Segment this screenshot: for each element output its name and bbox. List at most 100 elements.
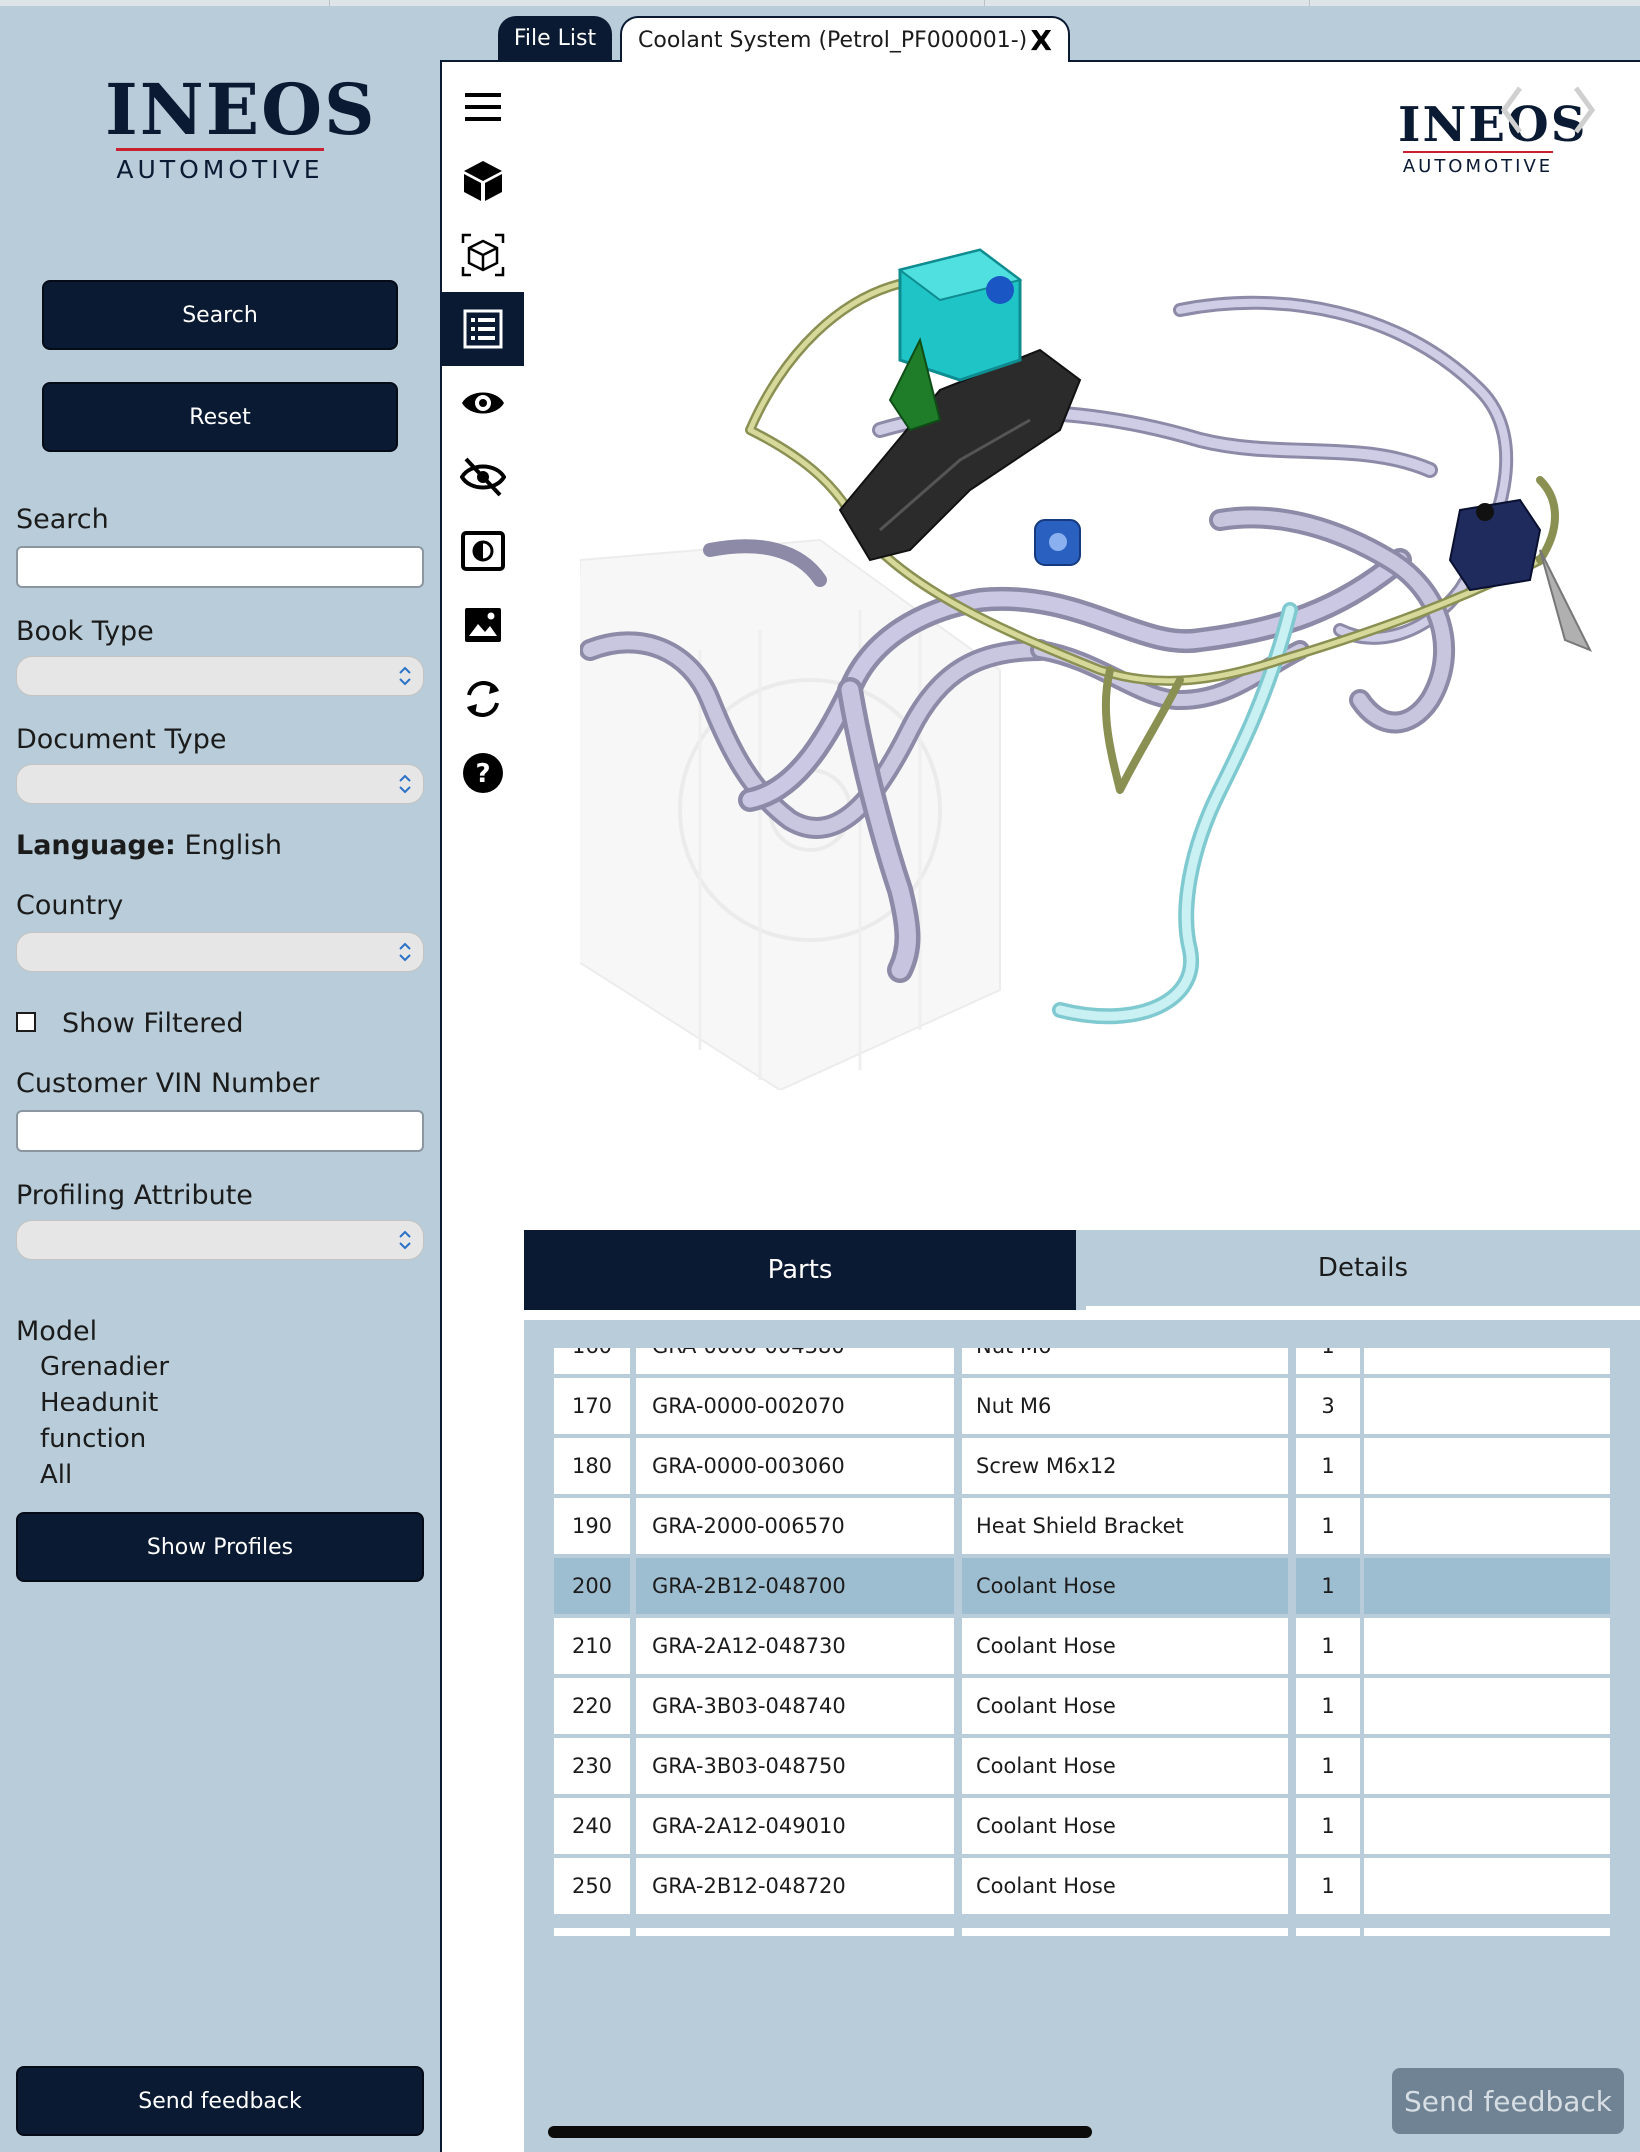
contrast-button[interactable] xyxy=(442,514,524,588)
chevron-updown-icon xyxy=(399,1230,411,1250)
menu-icon xyxy=(465,93,501,121)
part-quantity: 1 xyxy=(1296,1678,1360,1734)
part-quantity: 1 xyxy=(1296,1798,1360,1854)
tab-coolant-system-label: Coolant System (Petrol_PF000001-) xyxy=(638,27,1028,53)
table-row[interactable] xyxy=(552,1928,1614,1936)
item-number: 210 xyxy=(554,1618,630,1674)
part-note xyxy=(1364,1378,1610,1434)
coolant-pump xyxy=(1034,519,1081,566)
part-note xyxy=(1364,1858,1610,1914)
solid-view-button[interactable] xyxy=(442,144,524,218)
send-feedback-overlay-button[interactable]: Send feedback xyxy=(1392,2068,1624,2134)
item-number xyxy=(554,1928,630,1936)
part-quantity: 1 xyxy=(1296,1858,1360,1914)
table-row-selected[interactable]: 200 GRA-2B12-048700 Coolant Hose 1 xyxy=(552,1558,1614,1614)
browser-tab-strip-segment xyxy=(985,0,1310,6)
show-profiles-button[interactable]: Show Profiles xyxy=(16,1512,424,1582)
close-tab-button[interactable]: X xyxy=(1030,24,1052,57)
item-number: 180 xyxy=(554,1438,630,1494)
table-row[interactable]: 190 GRA-2000-006570 Heat Shield Bracket … xyxy=(552,1498,1614,1554)
part-note xyxy=(1364,1558,1610,1614)
part-number xyxy=(636,1928,954,1936)
document-type-label: Document Type xyxy=(16,724,227,755)
horizontal-scrollbar[interactable] xyxy=(548,2126,1092,2138)
item-number: 190 xyxy=(554,1498,630,1554)
model-value-line: Grenadier xyxy=(40,1352,170,1382)
chevron-updown-icon xyxy=(399,666,411,686)
language-label: Language: xyxy=(16,830,176,861)
table-row[interactable]: 250 GRA-2B12-048720 Coolant Hose 1 xyxy=(552,1858,1614,1914)
model-label: Model xyxy=(16,1316,98,1347)
chevron-updown-icon xyxy=(399,774,411,794)
menu-button[interactable] xyxy=(442,70,524,144)
country-select[interactable] xyxy=(16,932,424,972)
part-description: Coolant Hose xyxy=(962,1858,1288,1914)
model-value-line: All xyxy=(40,1460,73,1490)
part-quantity: 3 xyxy=(1296,1378,1360,1434)
profiling-attribute-select[interactable] xyxy=(16,1220,424,1260)
part-number: GRA-2B12-048720 xyxy=(636,1858,954,1914)
part-quantity: 1 xyxy=(1296,1618,1360,1674)
table-row[interactable]: 160 GRA-0000-004380 Nut M6 1 xyxy=(552,1348,1614,1374)
coolant-system-3d-model[interactable] xyxy=(580,230,1600,1090)
item-number: 230 xyxy=(554,1738,630,1794)
table-row[interactable]: 220 GRA-3B03-048740 Coolant Hose 1 xyxy=(552,1678,1614,1734)
part-number: GRA-0000-004380 xyxy=(636,1348,954,1374)
help-button[interactable]: ? xyxy=(442,736,524,810)
table-row[interactable]: 240 GRA-2A12-049010 Coolant Hose 1 xyxy=(552,1798,1614,1854)
part-note xyxy=(1364,1348,1610,1374)
wireframe-view-button[interactable] xyxy=(442,218,524,292)
table-row[interactable]: 230 GRA-3B03-048750 Coolant Hose 1 xyxy=(552,1738,1614,1794)
wireframe-cube-icon xyxy=(461,233,505,277)
table-row[interactable]: 170 GRA-0000-002070 Nut M6 3 xyxy=(552,1378,1614,1434)
tab-file-list[interactable]: File List xyxy=(498,16,612,60)
item-number: 250 xyxy=(554,1858,630,1914)
document-type-select[interactable] xyxy=(16,764,424,804)
tab-underline xyxy=(524,1310,1640,1320)
tab-parts[interactable]: Parts xyxy=(524,1230,1076,1310)
part-note xyxy=(1364,1678,1610,1734)
part-quantity: 1 xyxy=(1296,1348,1360,1374)
chevron-left-icon[interactable] xyxy=(1500,86,1523,134)
logo-subtitle: AUTOMOTIVE xyxy=(116,155,324,184)
search-input[interactable] xyxy=(16,546,424,588)
refresh-icon xyxy=(467,680,499,718)
parts-list-button[interactable] xyxy=(442,292,524,366)
item-number: 220 xyxy=(554,1678,630,1734)
send-feedback-button[interactable]: Send feedback xyxy=(16,2066,424,2136)
contrast-icon xyxy=(461,531,505,571)
part-quantity xyxy=(1296,1928,1360,1936)
hide-button[interactable] xyxy=(442,440,524,514)
part-number: GRA-3B03-048740 xyxy=(636,1678,954,1734)
part-description: Coolant Hose xyxy=(962,1678,1288,1734)
tab-coolant-system[interactable]: Coolant System (Petrol_PF000001-) X xyxy=(620,16,1070,62)
reset-view-button[interactable] xyxy=(442,662,524,736)
search-button[interactable]: Search xyxy=(42,280,398,350)
part-number: GRA-2000-006570 xyxy=(636,1498,954,1554)
parts-list-icon xyxy=(463,309,503,349)
chevron-updown-icon xyxy=(399,942,411,962)
reset-button[interactable]: Reset xyxy=(42,382,398,452)
ineos-logo: INEOS AUTOMOTIVE xyxy=(105,74,375,185)
part-note xyxy=(1364,1928,1610,1936)
screenshot-button[interactable] xyxy=(442,588,524,662)
eye-off-icon xyxy=(460,457,506,497)
part-description xyxy=(962,1928,1288,1936)
sidebar: INEOS AUTOMOTIVE Search Reset Search Boo… xyxy=(0,6,440,2152)
show-filtered-checkbox[interactable] xyxy=(16,1012,36,1032)
table-row[interactable]: 210 GRA-2A12-048730 Coolant Hose 1 xyxy=(552,1618,1614,1674)
tab-details[interactable]: Details xyxy=(1086,1230,1640,1310)
part-number: GRA-2B12-048700 xyxy=(636,1558,954,1614)
part-description: Coolant Hose xyxy=(962,1618,1288,1674)
vin-input[interactable] xyxy=(16,1110,424,1152)
part-description: Coolant Hose xyxy=(962,1738,1288,1794)
table-row[interactable]: 180 GRA-0000-003060 Screw M6x12 1 xyxy=(552,1438,1614,1494)
show-button[interactable] xyxy=(442,366,524,440)
book-type-select[interactable] xyxy=(16,656,424,696)
part-note xyxy=(1364,1618,1610,1674)
secondary-reservoir xyxy=(1448,498,1593,652)
part-description: Coolant Hose xyxy=(962,1558,1288,1614)
item-number: 200 xyxy=(554,1558,630,1614)
chevron-right-icon[interactable] xyxy=(1573,86,1596,134)
part-description: Screw M6x12 xyxy=(962,1438,1288,1494)
